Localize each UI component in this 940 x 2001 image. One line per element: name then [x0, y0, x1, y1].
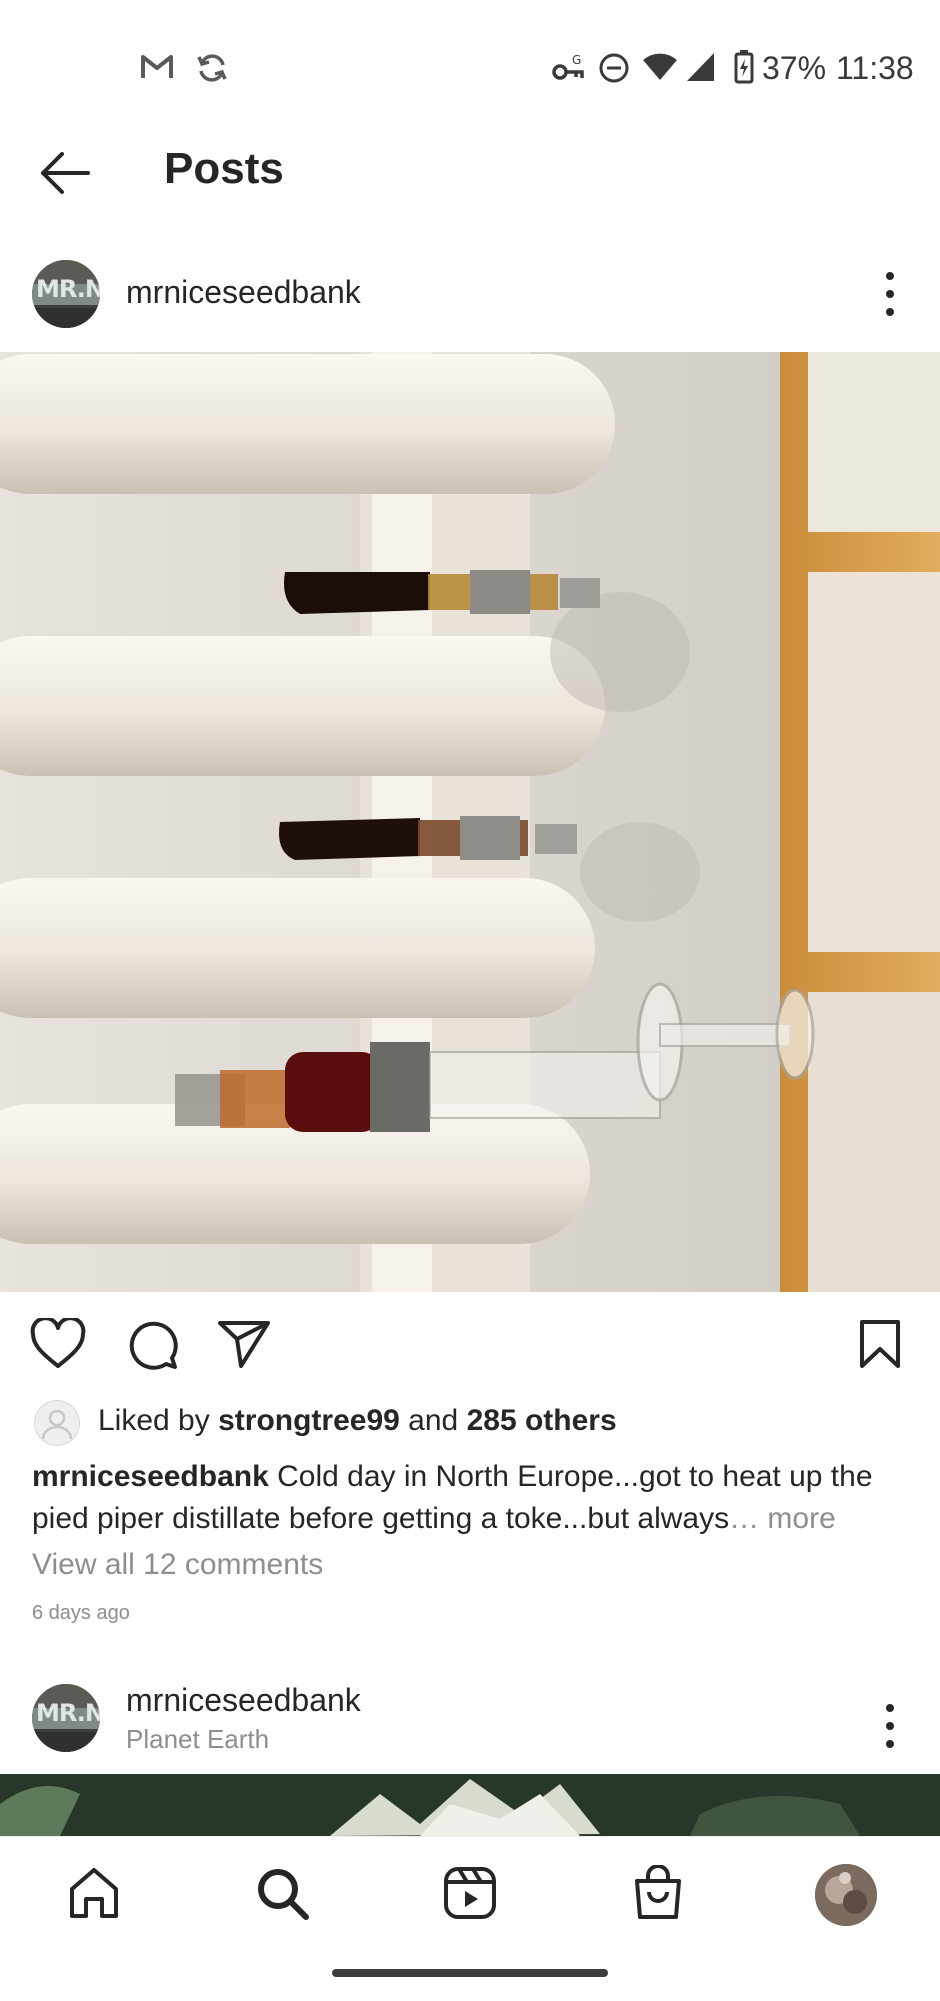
dot — [886, 308, 894, 316]
post-photo — [0, 352, 940, 1292]
dot — [886, 272, 894, 280]
dot — [886, 1704, 894, 1712]
dot — [886, 1722, 894, 1730]
shop-icon — [632, 1863, 684, 1926]
reels-icon — [443, 1866, 497, 1925]
back-button[interactable] — [30, 148, 100, 202]
heart-icon — [30, 1315, 86, 1375]
avatar[interactable]: MR.NI — [32, 1684, 100, 1752]
nav-home[interactable] — [54, 1859, 134, 1931]
liker-avatar[interactable] — [34, 1400, 80, 1446]
status-bar: G 37% 11:38 — [0, 0, 940, 140]
post-location[interactable]: Planet Earth — [126, 1724, 269, 1755]
post-header: MR.NI mrniceseedbank Planet Earth — [0, 1674, 940, 1774]
post-username[interactable]: mrniceseedbank — [126, 274, 361, 311]
home-indicator[interactable] — [332, 1969, 608, 1977]
comment-icon — [126, 1318, 178, 1375]
avatar-logo-text: MR.NI — [36, 275, 100, 303]
nav-reels[interactable] — [430, 1859, 510, 1931]
post-photo — [0, 1774, 940, 1836]
vpn-key-icon: G — [552, 52, 586, 89]
profile-avatar — [815, 1864, 877, 1926]
more-options-button[interactable] — [882, 272, 898, 316]
svg-text:G: G — [572, 53, 581, 67]
likes-others[interactable]: 285 others — [467, 1404, 617, 1437]
liker-username[interactable]: strongtree99 — [218, 1404, 400, 1437]
nav-shop[interactable] — [618, 1859, 698, 1931]
avatar[interactable]: MR.NI — [32, 260, 100, 328]
post-username[interactable]: mrniceseedbank — [126, 1682, 361, 1719]
caption-username[interactable]: mrniceseedbank — [32, 1460, 269, 1493]
nav-search[interactable] — [242, 1859, 322, 1931]
gmail-icon — [140, 52, 174, 87]
app-header: Posts — [0, 120, 940, 230]
caption-more-link[interactable]: … more — [729, 1502, 836, 1535]
post-image[interactable] — [0, 352, 940, 1292]
avatar-logo-text: MR.NI — [36, 1699, 100, 1727]
share-icon — [217, 1319, 271, 1374]
dot — [886, 1740, 894, 1748]
likes-row: Liked by strongtree99 and 285 others — [0, 1396, 940, 1448]
save-button[interactable] — [850, 1316, 910, 1376]
sync-icon — [196, 52, 228, 89]
clock: 11:38 — [836, 50, 914, 86]
bottom-navigation — [0, 1836, 940, 2001]
battery-percent: 37% — [762, 50, 827, 86]
nav-profile[interactable] — [806, 1859, 886, 1931]
back-arrow-icon — [38, 151, 92, 200]
likes-prefix: Liked by — [98, 1404, 210, 1437]
bookmark-icon — [858, 1319, 902, 1374]
like-button[interactable] — [28, 1315, 88, 1376]
more-options-button[interactable] — [882, 1704, 898, 1748]
view-comments-link[interactable]: View all 12 comments — [32, 1548, 323, 1582]
battery-charging-icon — [734, 50, 754, 89]
comment-button[interactable] — [122, 1316, 182, 1376]
page-title: Posts — [164, 144, 284, 193]
post-image[interactable] — [0, 1774, 940, 1836]
cell-signal-icon — [686, 52, 716, 87]
post-caption: mrniceseedbank Cold day in North Europe.… — [32, 1456, 912, 1540]
do-not-disturb-icon — [598, 52, 630, 89]
dot — [886, 290, 894, 298]
search-icon — [254, 1865, 310, 1926]
wifi-icon — [642, 52, 678, 87]
likes-summary[interactable]: Liked by strongtree99 and 285 others — [98, 1404, 617, 1438]
post-actions — [0, 1310, 940, 1382]
home-icon — [66, 1865, 122, 1926]
post-timestamp: 6 days ago — [32, 1602, 130, 1624]
post-header: MR.NI mrniceseedbank — [0, 250, 940, 350]
share-button[interactable] — [214, 1316, 274, 1376]
likes-joiner: and — [408, 1404, 459, 1437]
